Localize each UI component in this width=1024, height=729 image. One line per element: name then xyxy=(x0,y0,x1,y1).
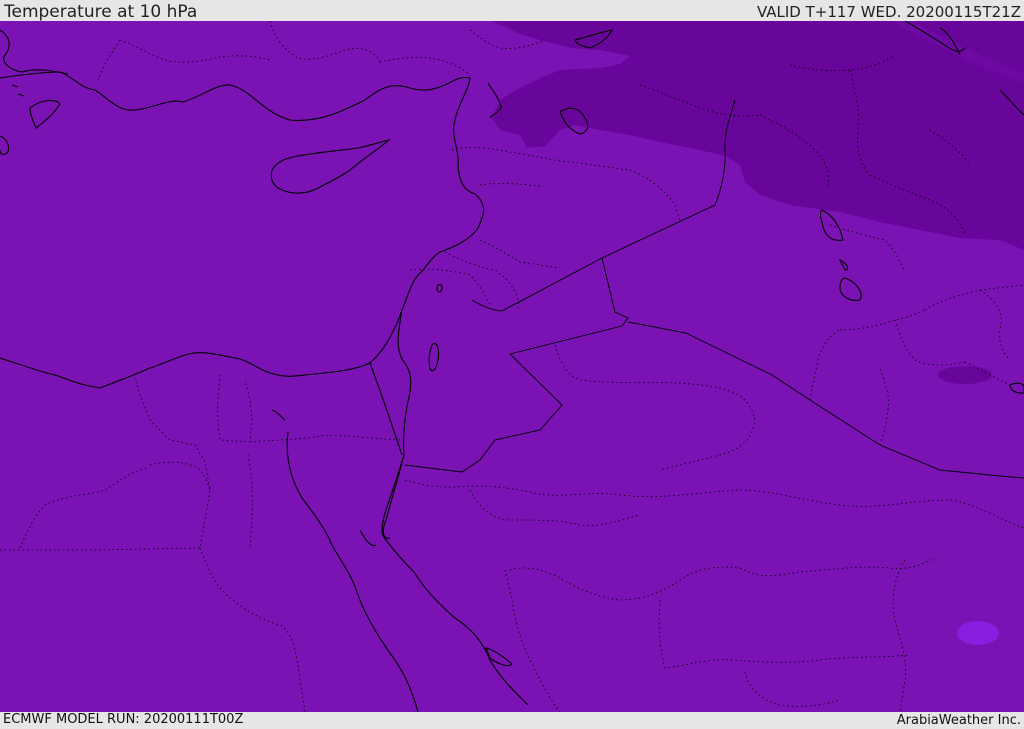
map-footer: ECMWF MODEL RUN: 20200111T00Z ArabiaWeat… xyxy=(0,712,1024,729)
temperature-patch-warm xyxy=(957,621,999,645)
map-canvas xyxy=(0,21,1024,712)
credit-text: ArabiaWeather Inc. xyxy=(896,713,1021,728)
weather-map-page: Temperature at 10 hPa VALID T+117 WED. 2… xyxy=(0,0,1024,729)
temperature-patch-cold xyxy=(938,366,992,384)
temperature-map[interactable] xyxy=(0,21,1024,712)
model-run: ECMWF MODEL RUN: 20200111T00Z xyxy=(3,712,244,727)
map-title: Temperature at 10 hPa xyxy=(4,2,198,22)
map-header: Temperature at 10 hPa VALID T+117 WED. 2… xyxy=(0,0,1024,21)
valid-time: VALID T+117 WED. 20200115T21Z xyxy=(756,3,1021,21)
